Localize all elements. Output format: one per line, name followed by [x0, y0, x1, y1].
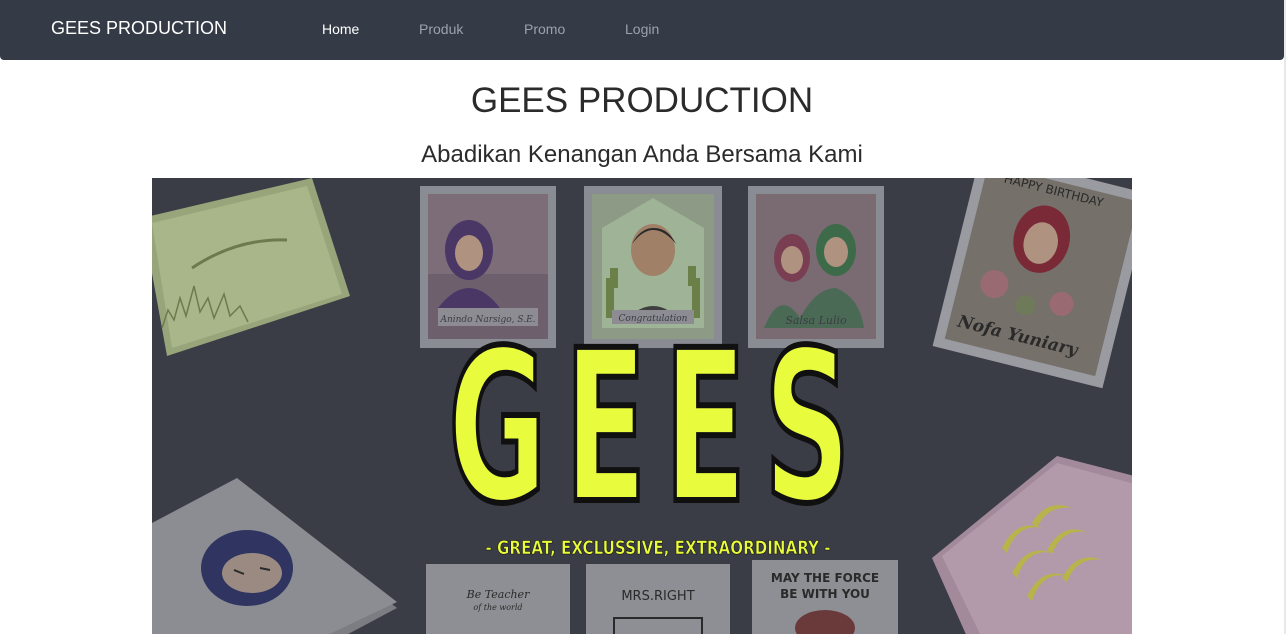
hero-tagline: - GREAT, EXCLUSSIVE, EXTRAORDINARY - [486, 537, 831, 559]
hero-banner: Anindo Narsigo, S.E. Congratulation Sals… [152, 178, 1132, 634]
page-title: GEES PRODUCTION [470, 81, 814, 120]
nav-item-login[interactable]: Login [625, 20, 659, 38]
nav-item-home[interactable]: Home [322, 20, 359, 38]
navbar: GEES PRODUCTION Home Produk Promo Login [0, 0, 1284, 60]
force-line-2: BE WITH YOU [780, 587, 870, 601]
card-mrs-right: MRS.RIGHT [586, 564, 730, 634]
nav-item-produk[interactable]: Produk [419, 20, 463, 38]
nav-item-promo[interactable]: Promo [524, 20, 565, 38]
page-subtitle: Abadikan Kenangan Anda Bersama Kami [421, 141, 863, 168]
hero-illustration: Anindo Narsigo, S.E. Congratulation Sals… [152, 178, 1132, 634]
mrs-right-title: MRS.RIGHT [621, 589, 694, 604]
teacher-subtitle: of the world [473, 603, 522, 612]
card-may-the-force: MAY THE FORCE BE WITH YOU [752, 560, 898, 634]
navbar-brand[interactable]: GEES PRODUCTION [51, 17, 227, 39]
card-be-teacher: Be Teacher of the world [426, 564, 570, 634]
force-line-1: MAY THE FORCE [771, 571, 879, 585]
hero-logo-text: GEES [448, 305, 868, 550]
teacher-title: Be Teacher [466, 588, 530, 601]
